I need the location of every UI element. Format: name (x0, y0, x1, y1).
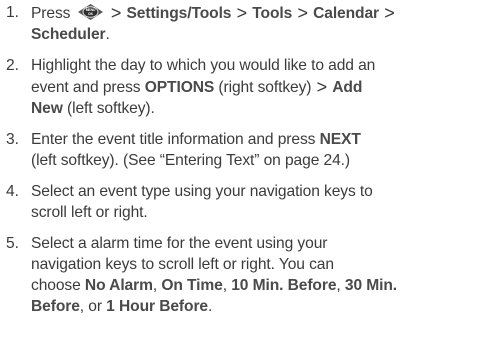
path-calendar: Calendar (313, 5, 380, 22)
step-number: 2. (6, 57, 19, 74)
separator: > (297, 3, 308, 23)
separator: > (110, 3, 122, 23)
path-tools: Tools (252, 5, 293, 22)
next-label: NEXT (319, 131, 361, 148)
step-number: 3. (6, 131, 19, 148)
menu-key-bottom-text: OK (88, 12, 94, 16)
new-label: New (31, 100, 63, 117)
step-text: Select an event type using your navigati… (31, 183, 373, 221)
option-30-min-before: 30 Min. (344, 277, 398, 294)
step-text: Select a alarm time for the event using … (31, 235, 398, 315)
step-number: 5. (6, 235, 19, 252)
option-30-min-before-cont: Before (31, 298, 80, 315)
step-text: Highlight the day to which you would lik… (31, 57, 376, 117)
option-1-hour-before: 1 Hour Before (106, 298, 208, 315)
instruction-list: 1. Press MENU OK > Settings/Tools > Tool… (0, 0, 484, 356)
path-scheduler: Scheduler (31, 26, 106, 43)
step-number: 1. (6, 4, 19, 21)
option-no-alarm: No Alarm (84, 277, 153, 294)
options-label: OPTIONS (144, 79, 215, 96)
menu-ok-key-icon: MENU OK (77, 4, 103, 20)
separator: > (236, 3, 248, 23)
option-on-time: On Time (161, 277, 223, 294)
separator: > (316, 77, 328, 97)
step-number: 4. (6, 183, 19, 200)
step-text: Press MENU OK > Settings/Tools > Tools >… (31, 3, 395, 43)
add-label: Add (332, 79, 363, 96)
step-text: Enter the event title information and pr… (31, 131, 361, 169)
path-settings-tools: Settings/Tools (126, 5, 232, 22)
separator: > (384, 3, 395, 23)
option-10-min-before: 10 Min. Before (231, 277, 337, 294)
